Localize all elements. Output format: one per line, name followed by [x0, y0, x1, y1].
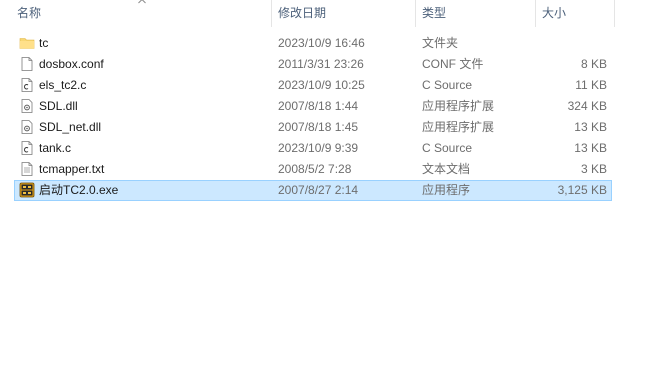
file-date-modified: 2007/8/18 1:45 — [278, 120, 359, 134]
file-size: 11 KB — [575, 78, 607, 92]
file-name: SDL_net.dll — [39, 120, 102, 134]
file-size — [537, 34, 607, 53]
file-size: 3,125 KB — [557, 183, 607, 197]
column-header-bar: 名称 修改日期 类型 大小 — [0, 0, 663, 27]
file-date-modified: 2023/10/9 9:39 — [278, 141, 359, 155]
column-header-date-modified[interactable]: 修改日期 — [273, 0, 413, 27]
dll-file-icon — [21, 120, 33, 134]
file-type: 应用程序扩展 — [422, 99, 495, 113]
dll-file-icon — [21, 99, 33, 113]
column-divider[interactable] — [415, 0, 416, 27]
file-row[interactable]: SDL.dll 2007/8/18 1:44 应用程序扩展 324 KB — [14, 96, 612, 117]
file-type: 应用程序扩展 — [422, 120, 495, 134]
column-divider[interactable] — [535, 0, 536, 27]
text-file-icon — [21, 57, 33, 71]
column-header-name[interactable]: 名称 — [12, 0, 270, 27]
file-row[interactable]: SDL_net.dll 2007/8/18 1:45 应用程序扩展 13 KB — [14, 117, 612, 138]
file-name: tcmapper.txt — [39, 162, 105, 176]
file-type: C Source — [422, 141, 473, 155]
file-size: 13 KB — [574, 141, 607, 155]
file-size: 13 KB — [574, 120, 607, 134]
folder-icon — [19, 38, 35, 49]
file-type: 文本文档 — [422, 162, 471, 176]
file-type: CONF 文件 — [422, 57, 484, 71]
file-row[interactable]: els_tc2.c 2023/10/9 10:25 C Source 11 KB — [14, 75, 612, 96]
file-size: 324 KB — [567, 99, 607, 113]
text-file-icon — [21, 162, 33, 176]
file-size: 3 KB — [580, 162, 607, 176]
file-row[interactable]: tc 2023/10/9 16:46 文件夹 — [14, 33, 612, 54]
file-date-modified: 2011/3/31 23:26 — [278, 57, 364, 71]
file-date-modified: 2023/10/9 16:46 — [278, 36, 365, 50]
file-name: tc — [39, 36, 49, 50]
file-name: els_tc2.c — [39, 78, 87, 92]
file-type: 应用程序 — [422, 183, 471, 197]
column-header-size[interactable]: 大小 — [537, 0, 613, 27]
file-name: tank.c — [39, 141, 72, 155]
column-header-type[interactable]: 类型 — [417, 0, 533, 27]
file-name: dosbox.conf — [39, 57, 104, 71]
file-size: 8 KB — [580, 57, 607, 71]
file-name: SDL.dll — [39, 99, 78, 113]
file-date-modified: 2007/8/27 2:14 — [278, 183, 359, 197]
file-date-modified: 2008/5/2 7:28 — [278, 162, 352, 176]
column-divider[interactable] — [271, 0, 272, 27]
file-row[interactable]: tank.c 2023/10/9 9:39 C Source 13 KB — [14, 138, 612, 159]
file-type: C Source — [422, 78, 473, 92]
file-date-modified: 2023/10/9 10:25 — [278, 78, 365, 92]
column-divider[interactable] — [614, 0, 615, 27]
file-date-modified: 2007/8/18 1:44 — [278, 99, 359, 113]
file-name: 启动TC2.0.exe — [39, 183, 119, 197]
file-row-selected[interactable]: 启动TC2.0.exe 2007/8/27 2:14 应用程序 3,125 KB — [14, 180, 612, 201]
c-source-file-icon — [21, 78, 33, 92]
file-type: 文件夹 — [422, 36, 459, 50]
file-row[interactable]: dosbox.conf 2011/3/31 23:26 CONF 文件 8 KB — [14, 54, 612, 75]
dosbox-exe-icon — [19, 182, 35, 198]
file-row[interactable]: tcmapper.txt 2008/5/2 7:28 文本文档 3 KB — [14, 159, 612, 180]
c-source-file-icon — [21, 141, 33, 155]
file-explorer-details-view: 名称 修改日期 类型 大小 tc 2023/10/9 16:46 文件夹 dos… — [0, 0, 663, 390]
